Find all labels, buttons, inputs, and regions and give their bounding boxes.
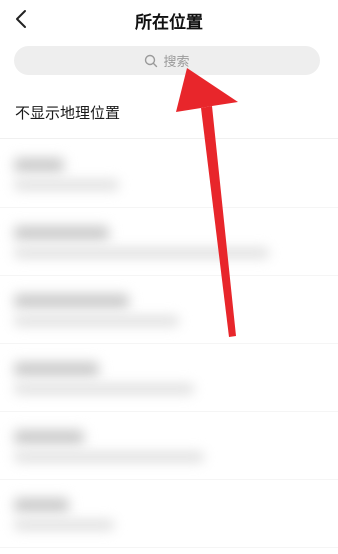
blurred-location-address [14,248,269,258]
no-location-label: 不显示地理位置 [15,103,121,122]
blurred-location-name [14,226,109,240]
list-item[interactable] [0,140,338,208]
list-item[interactable] [0,208,338,276]
search-placeholder: 搜索 [163,55,190,70]
blurred-location-address [14,384,194,394]
blurred-location-name [14,158,64,172]
blurred-location-name [14,498,69,512]
list-item[interactable] [0,344,338,412]
page-title: 所在位置 [135,13,203,33]
blurred-location-address [14,316,179,326]
list-item[interactable] [0,276,338,344]
no-location-option[interactable]: 不显示地理位置 [0,86,338,138]
search-bar[interactable]: 搜索 [14,46,320,75]
blurred-location-name [14,362,99,376]
list-item[interactable] [0,412,338,480]
blurred-location-name [14,294,129,308]
location-list [0,140,338,548]
blurred-location-name [14,430,84,444]
header: 所在位置 [0,0,338,40]
divider [0,138,338,139]
blurred-location-address [14,520,114,530]
blurred-location-address [14,180,119,190]
list-item[interactable] [0,480,338,548]
search-icon [145,54,158,67]
blurred-location-address [14,452,204,462]
